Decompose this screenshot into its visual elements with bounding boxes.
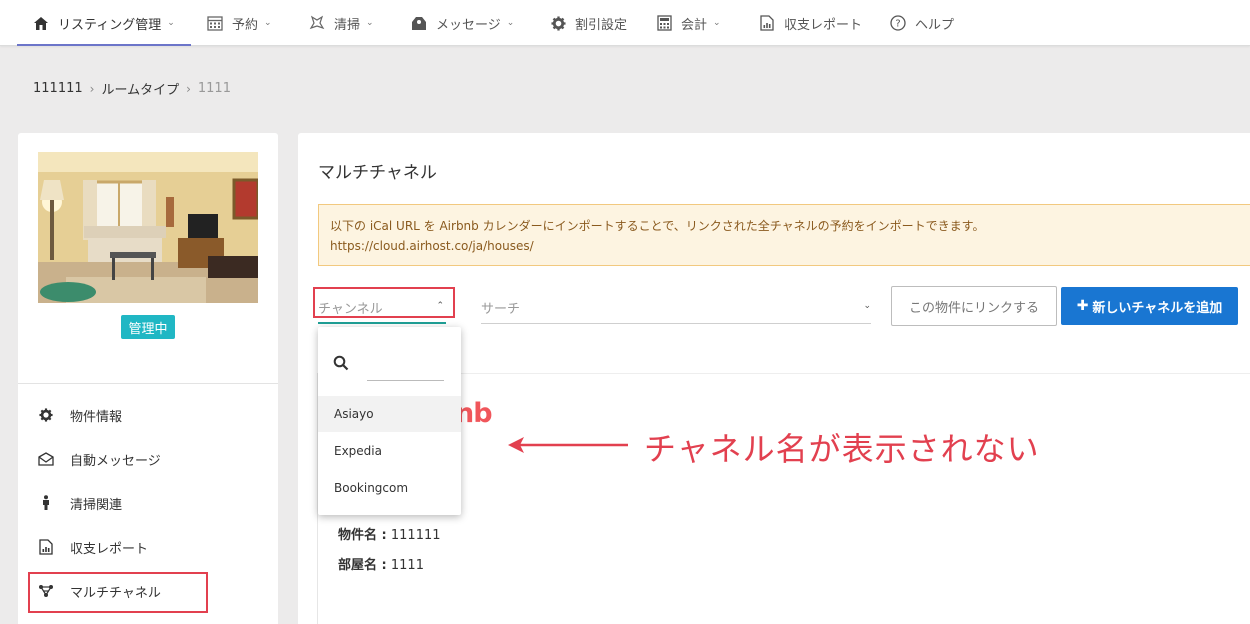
- room-name-label: 部屋名 :: [338, 558, 387, 573]
- annotation-text: チャネル名が表示されない: [644, 430, 1040, 468]
- dropdown-option-bookingcom[interactable]: Bookingcom: [318, 470, 461, 506]
- nav-item-cleaning[interactable]: 清掃 ⌄: [309, 0, 374, 46]
- breadcrumb: 111111 › ルームタイプ › 1111: [33, 79, 231, 98]
- report-icon: [38, 539, 54, 555]
- svg-text:?: ?: [895, 19, 900, 30]
- chevron-down-icon: ⌄: [713, 18, 721, 28]
- search-select[interactable]: サーチ ⌄: [481, 291, 871, 324]
- person-icon: [38, 495, 54, 511]
- search-select-placeholder: サーチ: [481, 302, 521, 317]
- home-icon: [33, 15, 49, 31]
- status-badge: 管理中: [121, 315, 175, 339]
- property-name-row: 物件名 : 111111: [338, 524, 441, 543]
- nav-item-label: ヘルプ: [915, 17, 955, 33]
- page-title: マルチチャネル: [318, 163, 437, 183]
- notice-url[interactable]: https://cloud.airhost.co/ja/houses/: [330, 236, 1246, 256]
- add-channel-button[interactable]: ✚ 新しいチャネルを追加: [1061, 287, 1238, 325]
- nav-item-label: 会計: [681, 17, 708, 33]
- dropdown-option-expedia[interactable]: Expedia: [318, 433, 461, 469]
- chevron-down-icon: ⌄: [366, 18, 374, 28]
- nav-item-discount[interactable]: 割引設定: [550, 0, 627, 46]
- sidebar-item-property-info[interactable]: 物件情報: [38, 404, 122, 426]
- sidebar-item-cleaning[interactable]: 清掃関連: [38, 492, 122, 514]
- top-navigation: リスティング管理 ⌄ 予約 ⌄ 清掃 ⌄ メッセージ ⌄ 割引設定 会計 ⌄ 収…: [0, 0, 1250, 46]
- listing-sidebar-card: 管理中 物件情報 自動メッセージ 清掃関連 収支レポート マルチチャネル: [18, 133, 278, 624]
- breadcrumb-roomtype[interactable]: ルームタイプ: [101, 79, 179, 98]
- calculator-icon: [656, 15, 672, 31]
- breadcrumb-separator: ›: [186, 81, 191, 96]
- chevron-down-icon: ⌄: [506, 18, 515, 28]
- notice-text: 以下の iCal URL を Airbnb カレンダーにインポートすることで、リ…: [330, 219, 985, 233]
- gear-icon: [38, 407, 54, 423]
- report-icon: [759, 15, 775, 31]
- divider: [18, 383, 278, 384]
- annotation-highlight-channel-select: [313, 287, 455, 318]
- nav-item-label: 割引設定: [575, 17, 628, 33]
- envelope-icon: [38, 451, 54, 467]
- nav-item-label: リスティング管理: [58, 17, 162, 33]
- sidebar-item-label: 清掃関連: [70, 497, 123, 513]
- property-name-label: 物件名 :: [338, 528, 387, 543]
- property-name-value: 111111: [390, 528, 441, 543]
- gear-icon: [550, 15, 566, 31]
- sidebar-item-auto-message[interactable]: 自動メッセージ: [38, 448, 161, 470]
- listing-photo: [38, 152, 258, 303]
- sidebar-item-label: 自動メッセージ: [70, 453, 161, 469]
- chevron-down-icon: ⌄: [863, 301, 871, 311]
- nav-item-listing[interactable]: リスティング管理 ⌄: [17, 0, 191, 46]
- dropdown-option-asiayo[interactable]: Asiayo: [318, 396, 461, 432]
- breadcrumb-separator: ›: [89, 81, 95, 96]
- nav-item-message[interactable]: メッセージ ⌄: [411, 0, 514, 46]
- nav-item-label: メッセージ: [436, 17, 501, 33]
- sidebar-item-label: 物件情報: [70, 409, 123, 425]
- room-name-value: 1111: [390, 558, 424, 573]
- message-icon: [411, 15, 427, 31]
- annotation-highlight-multichannel: [28, 572, 208, 613]
- help-icon: ?: [890, 15, 906, 31]
- nav-item-accounting[interactable]: 会計 ⌄: [656, 0, 721, 46]
- ical-notice: 以下の iCal URL を Airbnb カレンダーにインポートすることで、リ…: [318, 204, 1250, 266]
- sidebar-item-label: 収支レポート: [70, 541, 149, 557]
- add-channel-label: 新しいチャネルを追加: [1092, 300, 1223, 316]
- chevron-down-icon: ⌄: [264, 18, 272, 28]
- nav-item-label: 収支レポート: [784, 17, 863, 33]
- plus-icon: ✚: [1076, 298, 1089, 314]
- chevron-down-icon: ⌄: [167, 18, 175, 28]
- channel-search-input[interactable]: [367, 357, 444, 381]
- breadcrumb-current: 1111: [197, 81, 231, 96]
- room-name-row: 部屋名 : 1111: [338, 554, 424, 573]
- search-icon: [333, 355, 349, 371]
- link-property-button[interactable]: この物件にリンクする: [891, 286, 1057, 326]
- nav-item-label: 清掃: [334, 17, 361, 33]
- channel-dropdown: Asiayo Expedia Bookingcom: [318, 327, 461, 515]
- nav-item-report[interactable]: 収支レポート: [759, 0, 862, 46]
- nav-item-label: 予約: [232, 17, 259, 33]
- nav-item-reservation[interactable]: 予約 ⌄: [207, 0, 272, 46]
- sidebar-item-report[interactable]: 収支レポート: [38, 536, 148, 558]
- calendar-icon: [207, 15, 223, 31]
- cleaning-icon: [309, 15, 325, 31]
- breadcrumb-property[interactable]: 111111: [33, 81, 83, 96]
- annotation-arrow: [508, 437, 628, 453]
- nav-item-help[interactable]: ? ヘルプ: [890, 0, 954, 46]
